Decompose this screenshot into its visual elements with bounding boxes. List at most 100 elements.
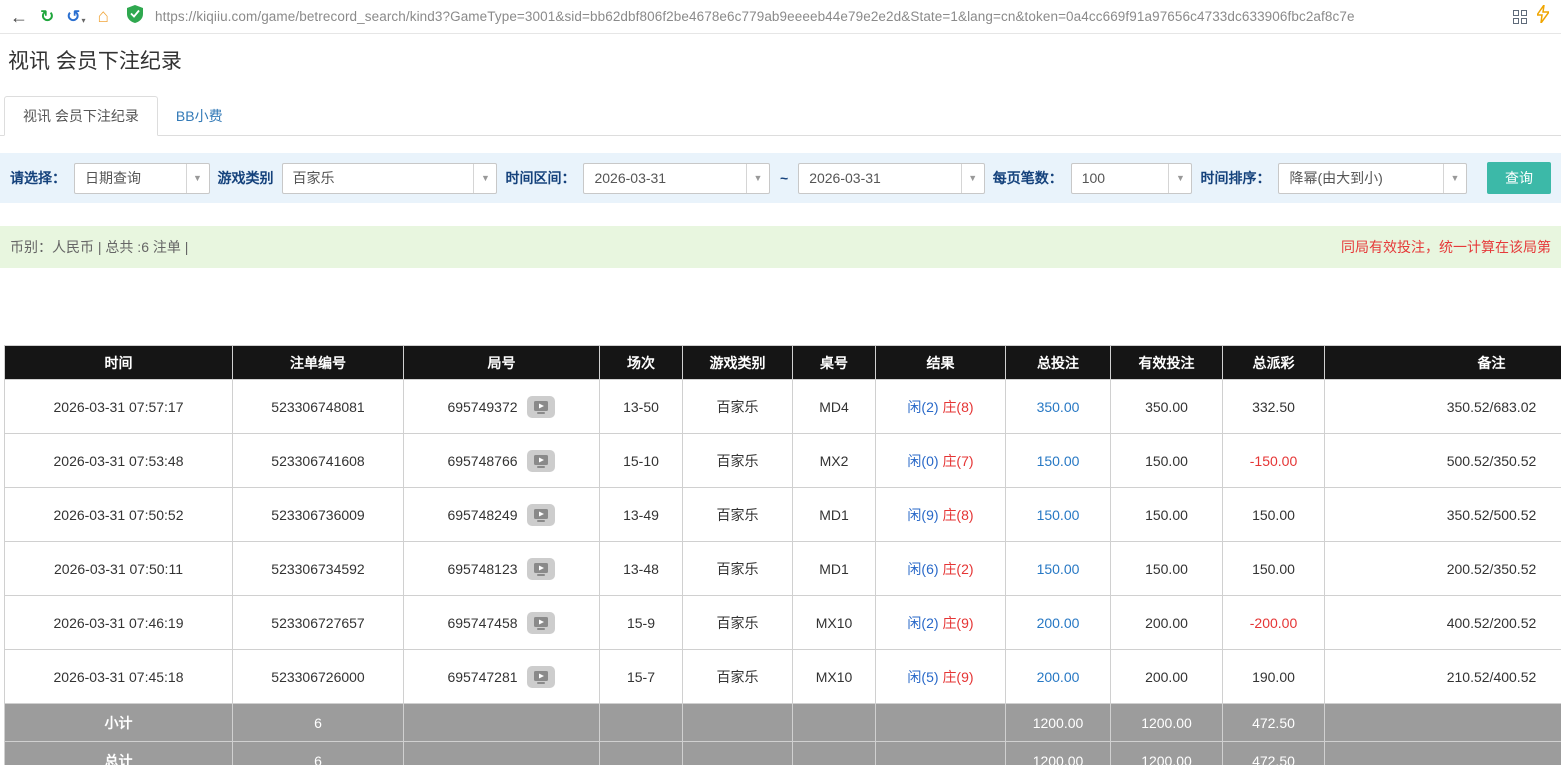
replay-icon[interactable] [526, 395, 556, 419]
footer-empty-cell [404, 704, 600, 742]
result-banker: 庄(9) [942, 669, 973, 685]
cell-bet-id: 523306726000 [233, 650, 404, 704]
table-body: 2026-03-31 07:57:17523306748081695749372… [5, 380, 1561, 765]
cell-table-no: MX10 [793, 596, 876, 650]
replay-icon[interactable] [526, 449, 556, 473]
filter-bar: 请选择： 日期查询 ▼ 游戏类别 百家乐 ▼ 时间区间： 2026-03-31 … [0, 153, 1561, 203]
footer-empty-cell [683, 742, 793, 765]
table-row: 2026-03-31 07:46:19523306727657695747458… [5, 596, 1561, 650]
page-size-select[interactable]: 100 ▼ [1071, 163, 1193, 194]
chevron-down-icon[interactable]: ▼ [1443, 164, 1466, 193]
footer-empty-cell [600, 742, 683, 765]
back-icon[interactable]: ← [10, 8, 28, 26]
total-bet-link[interactable]: 150.00 [1037, 453, 1080, 469]
cell-valid-bet: 150.00 [1111, 488, 1223, 542]
cell-remark: 210.52/400.52 [1325, 650, 1561, 704]
undo-icon[interactable]: ↺ [66, 8, 80, 25]
cell-game-type: 百家乐 [683, 380, 793, 434]
currency-total-text: 币别：人民币 | 总共 :6 注单 | [10, 237, 188, 257]
chevron-down-icon[interactable]: ▼ [473, 164, 496, 193]
cell-time: 2026-03-31 07:50:52 [5, 488, 233, 542]
total-bet-link[interactable]: 150.00 [1037, 507, 1080, 523]
footer-empty-cell [683, 704, 793, 742]
cell-session: 13-48 [600, 542, 683, 596]
sort-order-label: 时间排序： [1200, 168, 1270, 188]
table-row: 2026-03-31 07:53:48523306741608695748766… [5, 434, 1561, 488]
site-safety-shield-icon[interactable] [127, 5, 143, 28]
col-header-remark: 备注 [1325, 346, 1561, 380]
game-type-label: 游戏类别 [218, 168, 274, 188]
result-player: 闲(5) [907, 669, 938, 685]
cell-total-bet: 200.00 [1006, 596, 1111, 650]
chevron-down-icon[interactable]: ▼ [186, 164, 209, 193]
query-mode-select[interactable]: 日期查询 ▼ [74, 163, 210, 194]
col-header-time: 时间 [5, 346, 233, 380]
cell-game-type: 百家乐 [683, 650, 793, 704]
game-type-select[interactable]: 百家乐 ▼ [282, 163, 498, 194]
result-player: 闲(6) [907, 561, 938, 577]
tab-betrecord[interactable]: 视讯 会员下注纪录 [4, 96, 158, 136]
cell-round-id: 695747281 [404, 650, 600, 704]
page-size-label: 每页笔数： [993, 168, 1063, 188]
url-bar[interactable]: https://kiqiiu.com/game/betrecord_search… [155, 9, 1501, 24]
flash-icon[interactable] [1537, 5, 1549, 28]
cell-table-no: MX2 [793, 434, 876, 488]
total-bet-link[interactable]: 200.00 [1037, 669, 1080, 685]
cell-time: 2026-03-31 07:57:17 [5, 380, 233, 434]
home-icon[interactable]: ⌂ [98, 7, 109, 26]
refresh-icon[interactable]: ↻ [40, 8, 54, 25]
replay-icon[interactable] [526, 503, 556, 527]
replay-icon[interactable] [526, 665, 556, 689]
cell-round-id: 695749372 [404, 380, 600, 434]
summary-bar: 币别：人民币 | 总共 :6 注单 | 同局有效投注，统一计算在该局第 [0, 226, 1561, 268]
footer-empty-cell [404, 742, 600, 765]
extensions-grid-icon[interactable] [1513, 10, 1527, 24]
cell-table-no: MD4 [793, 380, 876, 434]
total-bet-link[interactable]: 350.00 [1037, 399, 1080, 415]
tab-bb-tip[interactable]: BB小费 [158, 97, 241, 135]
date-from-select[interactable]: 2026-03-31 ▼ [583, 163, 770, 194]
chevron-down-icon[interactable]: ▼ [961, 164, 984, 193]
cell-valid-bet: 350.00 [1111, 380, 1223, 434]
cell-bet-id: 523306727657 [233, 596, 404, 650]
footer-empty-cell [600, 704, 683, 742]
col-header-payout: 总派彩 [1223, 346, 1325, 380]
cell-total-bet: 150.00 [1006, 488, 1111, 542]
cell-table-no: MX10 [793, 650, 876, 704]
round-id-text: 695748123 [447, 561, 517, 577]
cell-round-id: 695748249 [404, 488, 600, 542]
chevron-down-icon[interactable]: ▼ [746, 164, 769, 193]
time-range-label: 时间区间： [505, 168, 575, 188]
date-from-value: 2026-03-31 [584, 170, 746, 186]
total-bet-link[interactable]: 150.00 [1037, 561, 1080, 577]
cell-round-id: 695748766 [404, 434, 600, 488]
replay-icon[interactable] [526, 557, 556, 581]
sort-order-select[interactable]: 降幂(由大到小) ▼ [1278, 163, 1467, 194]
replay-icon[interactable] [526, 611, 556, 635]
cell-bet-id: 523306748081 [233, 380, 404, 434]
cell-time: 2026-03-31 07:53:48 [5, 434, 233, 488]
query-mode-label: 请选择： [10, 168, 66, 188]
search-button[interactable]: 查询 [1487, 162, 1551, 194]
round-id-text: 695748766 [447, 453, 517, 469]
footer-empty-cell [1325, 704, 1561, 742]
cell-payout: -200.00 [1223, 596, 1325, 650]
date-to-select[interactable]: 2026-03-31 ▼ [798, 163, 985, 194]
result-banker: 庄(2) [942, 561, 973, 577]
undo-dropdown-caret-icon[interactable]: ▾ [82, 16, 86, 25]
game-type-value: 百家乐 [283, 168, 474, 188]
footer-total-bet: 1200.00 [1006, 704, 1111, 742]
cell-total-bet: 150.00 [1006, 542, 1111, 596]
result-banker: 庄(7) [942, 453, 973, 469]
table-row: 2026-03-31 07:45:18523306726000695747281… [5, 650, 1561, 704]
cell-result: 闲(2) 庄(8) [876, 380, 1006, 434]
total-bet-link[interactable]: 200.00 [1037, 615, 1080, 631]
cell-payout: 150.00 [1223, 488, 1325, 542]
cell-result: 闲(5) 庄(9) [876, 650, 1006, 704]
undo-control[interactable]: ↺ ▾ [66, 8, 85, 25]
cell-remark: 500.52/350.52 [1325, 434, 1561, 488]
table-row: 2026-03-31 07:50:11523306734592695748123… [5, 542, 1561, 596]
col-header-round-id: 局号 [404, 346, 600, 380]
bet-record-table: 时间注单编号局号场次游戏类别桌号结果总投注有效投注总派彩备注 2026-03-3… [4, 345, 1561, 765]
chevron-down-icon[interactable]: ▼ [1168, 164, 1191, 193]
